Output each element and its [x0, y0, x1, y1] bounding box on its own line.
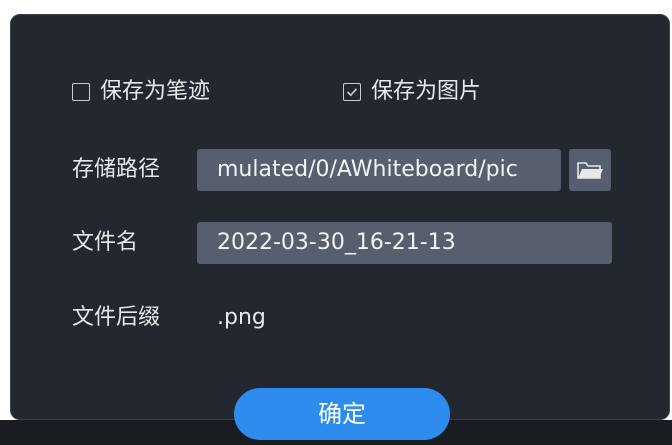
save-as-image-checkbox[interactable] — [343, 83, 361, 101]
file-extension-label: 文件后缀 — [72, 305, 161, 330]
file-extension-value: .png — [217, 305, 266, 330]
browse-folder-button[interactable] — [569, 149, 611, 191]
save-dialog — [10, 14, 670, 420]
storage-path-label: 存储路径 — [72, 157, 161, 182]
checkmark-icon — [346, 88, 358, 97]
save-as-strokes-option[interactable]: 保存为笔迹 — [72, 80, 210, 104]
file-name-field[interactable]: 2022-03-30_16-21-13 — [197, 222, 612, 264]
save-as-strokes-label: 保存为笔迹 — [100, 79, 211, 104]
confirm-button[interactable]: 确定 — [234, 388, 450, 440]
save-as-image-label: 保存为图片 — [371, 79, 482, 104]
save-as-image-option[interactable]: 保存为图片 — [343, 80, 481, 104]
storage-path-field[interactable]: mulated/0/AWhiteboard/pic — [197, 149, 561, 191]
folder-open-icon — [577, 162, 603, 179]
save-as-strokes-checkbox[interactable] — [72, 83, 90, 101]
file-name-label: 文件名 — [72, 230, 139, 255]
